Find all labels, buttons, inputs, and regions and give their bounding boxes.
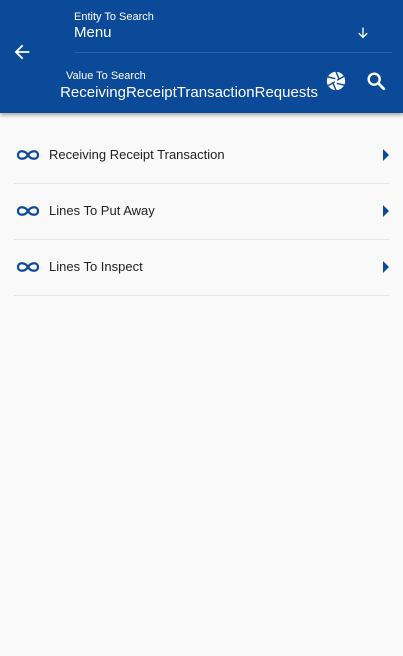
list-item[interactable]: Receiving Receipt Transaction [14, 128, 389, 184]
link-icon [16, 262, 40, 272]
menu-list: Receiving Receipt Transaction Lines To P… [14, 128, 389, 296]
value-search-field[interactable]: Value To Search ReceivingReceiptTransact… [0, 60, 318, 104]
list-item[interactable]: Lines To Put Away [14, 184, 389, 240]
link-icon [16, 150, 40, 160]
value-input[interactable]: ReceivingReceiptTransactionRequests [60, 83, 318, 102]
app-header: Entity To Search Menu Value To Search Re… [0, 0, 403, 113]
entity-selector[interactable]: Entity To Search Menu [74, 10, 392, 53]
value-label: Value To Search [66, 70, 146, 82]
entity-value: Menu [74, 24, 112, 41]
search-icon [367, 72, 386, 91]
scan-button[interactable] [324, 69, 348, 93]
entity-dropdown-button[interactable] [354, 24, 372, 42]
chevron-right-icon [383, 261, 389, 273]
list-item[interactable]: Lines To Inspect [14, 240, 389, 296]
search-button[interactable] [364, 69, 388, 93]
arrow-down-icon [358, 27, 368, 39]
link-icon [16, 206, 40, 216]
camera-aperture-icon [326, 71, 346, 91]
list-item-label: Receiving Receipt Transaction [49, 147, 225, 162]
entity-label: Entity To Search [74, 11, 154, 23]
chevron-right-icon [383, 205, 389, 217]
list-item-label: Lines To Inspect [49, 259, 143, 274]
chevron-right-icon [383, 149, 389, 161]
list-item-label: Lines To Put Away [49, 203, 155, 218]
